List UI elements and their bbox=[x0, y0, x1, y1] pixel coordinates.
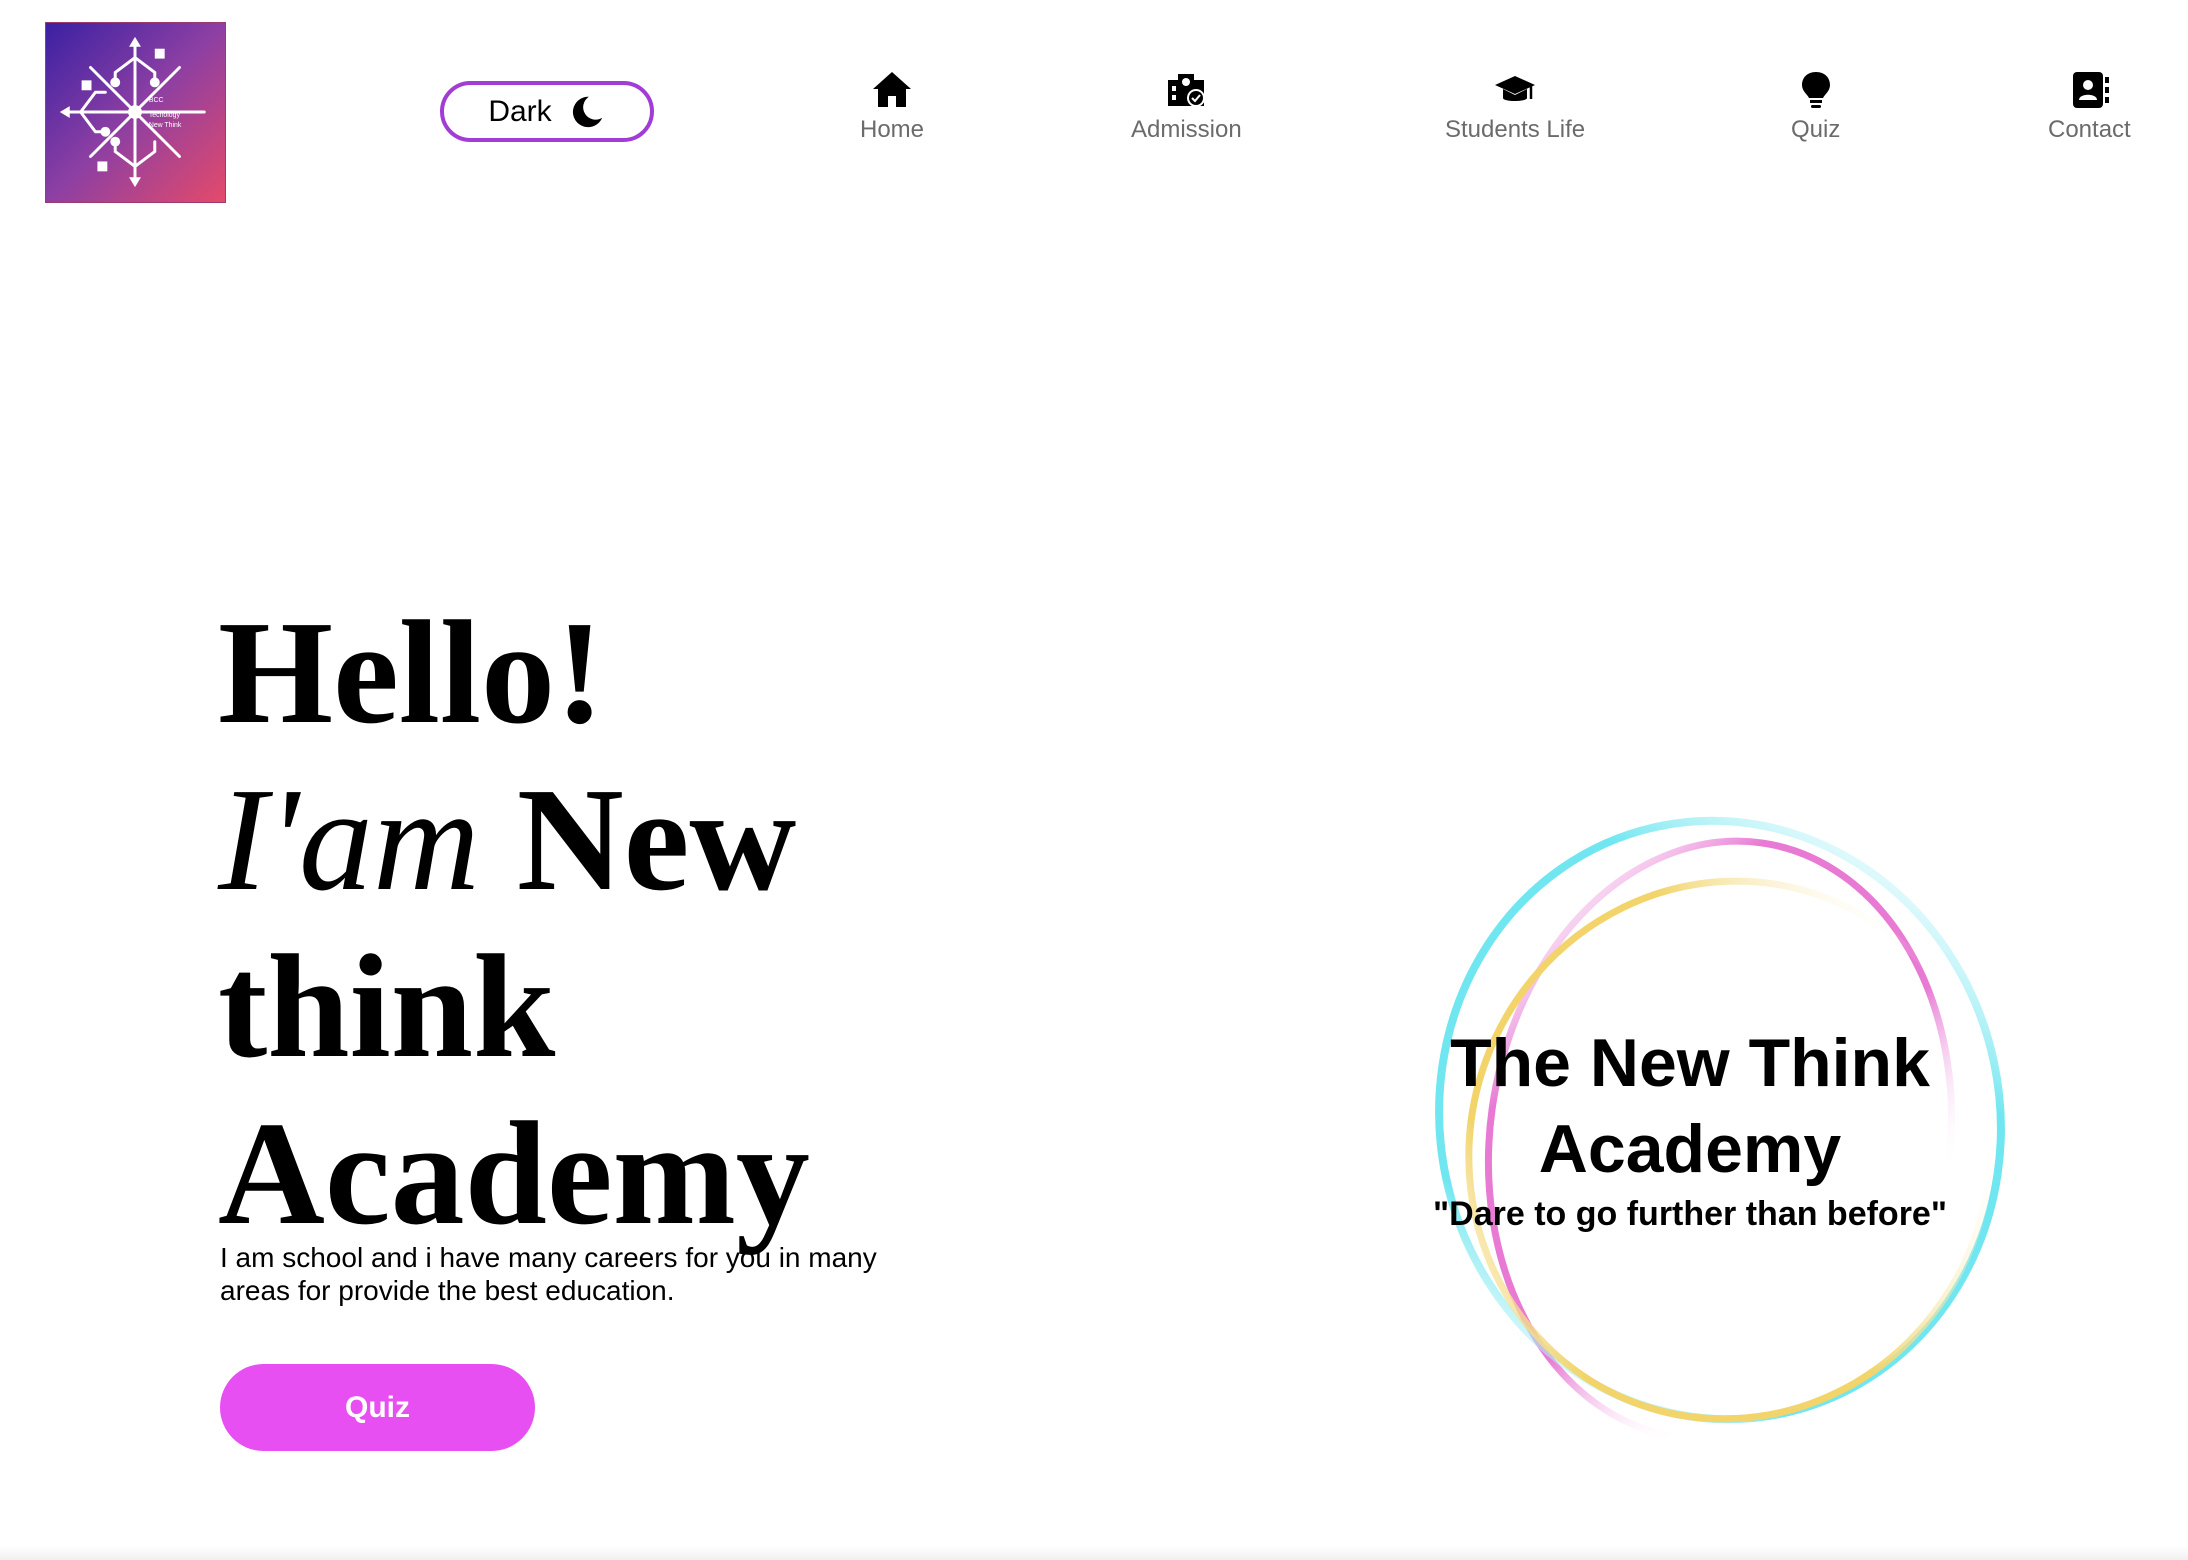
site-logo[interactable]: BCC Tecnology New Think bbox=[45, 22, 226, 203]
svg-text:New Think: New Think bbox=[149, 122, 182, 129]
dark-mode-toggle[interactable]: Dark bbox=[440, 81, 654, 142]
page-bottom-edge bbox=[0, 1546, 2188, 1560]
nav-item-contact[interactable]: Contact bbox=[2048, 68, 2131, 144]
nav-item-admission[interactable]: Admission bbox=[1131, 68, 1242, 144]
dark-mode-label: Dark bbox=[488, 94, 552, 128]
address-book-icon bbox=[2067, 68, 2111, 112]
academy-name: The New Think Academy bbox=[1450, 1025, 1930, 1187]
hero-new-bold: New bbox=[516, 758, 797, 922]
lightbulb-icon bbox=[1794, 68, 1838, 112]
hero-title: Hello! I'am New think Academy bbox=[218, 590, 810, 1258]
nav-item-quiz[interactable]: Quiz bbox=[1791, 68, 1840, 144]
moon-icon bbox=[572, 96, 602, 127]
nav-item-students-life[interactable]: Students Life bbox=[1445, 68, 1585, 144]
nav-label: Home bbox=[860, 116, 925, 143]
graduation-cap-icon bbox=[1493, 68, 1537, 112]
nav-label: Students Life bbox=[1445, 116, 1586, 143]
nav-label: Quiz bbox=[1791, 116, 1841, 143]
nav-label: Contact bbox=[2048, 116, 2131, 143]
svg-text:BCC: BCC bbox=[149, 97, 164, 104]
svg-text:Tecnology: Tecnology bbox=[149, 112, 181, 119]
nav-label: Admission bbox=[1131, 116, 1242, 143]
academy-badge: The New Think Academy "Dare to go furthe… bbox=[1370, 1020, 2010, 1236]
academy-motto: "Dare to go further than before" bbox=[1433, 1195, 1947, 1233]
home-icon bbox=[870, 68, 914, 112]
hero-line-hello: Hello! bbox=[218, 591, 605, 755]
hero-iam-italic: I'am bbox=[218, 758, 480, 922]
quiz-button[interactable]: Quiz bbox=[220, 1364, 535, 1451]
circuit-snowflake-logo-icon: BCC Tecnology New Think bbox=[59, 36, 206, 188]
hero-line-think: think bbox=[218, 925, 556, 1089]
hero-line-academy: Academy bbox=[218, 1092, 810, 1256]
hero-description: I am school and i have many careers for … bbox=[220, 1242, 877, 1306]
hero-line-iam-new: I'am New bbox=[218, 757, 810, 924]
school-icon bbox=[1164, 68, 1208, 112]
nav-item-home[interactable]: Home bbox=[860, 68, 924, 144]
